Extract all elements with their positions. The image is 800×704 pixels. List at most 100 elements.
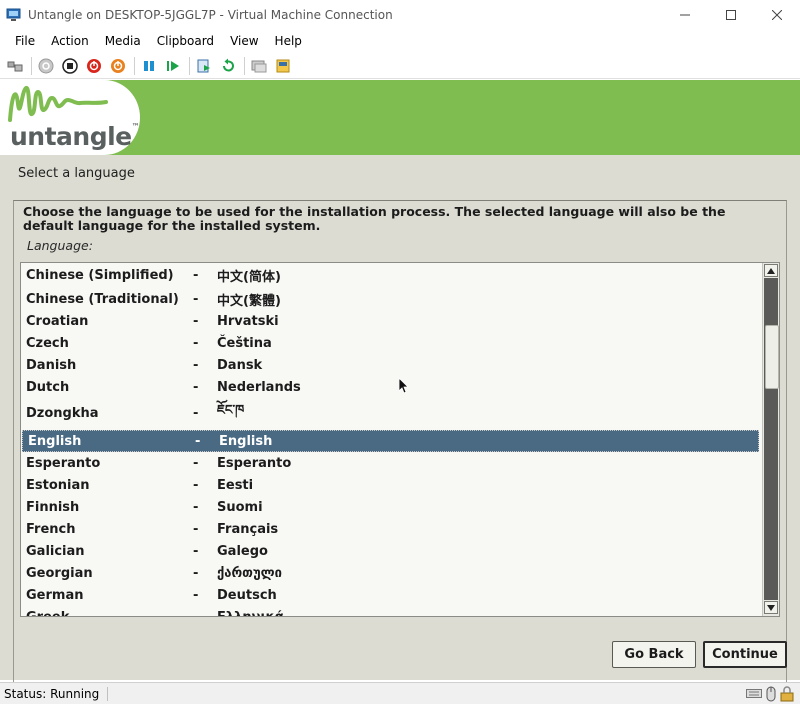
language-row[interactable]: Georgian - ქართული (21, 562, 761, 584)
start-icon (38, 58, 54, 73)
separator: - (193, 291, 199, 307)
vm-connection-icon (6, 8, 21, 21)
language-row[interactable]: Galician - Galego (21, 540, 761, 562)
turn-off-button[interactable] (59, 55, 81, 77)
continue-button[interactable]: Continue (703, 641, 787, 668)
language-row[interactable]: Dzongkha - ཇོང་ཁ (21, 402, 761, 424)
toolbar (0, 53, 800, 79)
separator: - (193, 609, 199, 617)
language-row[interactable]: Dutch - Nederlands (21, 376, 761, 398)
native-name: 中文(繁體) (217, 293, 281, 309)
pause-button[interactable] (138, 55, 160, 77)
menu-view[interactable]: View (222, 34, 266, 48)
brand-logo-text: untangle™ (10, 122, 140, 151)
start-button[interactable] (35, 55, 57, 77)
turn-off-icon (62, 57, 78, 74)
title-bar: Untangle on DESKTOP-5JGGL7P - Virtual Ma… (0, 0, 800, 30)
logo-panel: untangle™ (0, 80, 140, 155)
native-name: Français (217, 521, 279, 537)
language-row[interactable]: Czech - Čeština (21, 332, 761, 354)
prompt-text: Choose the language to be used for the i… (23, 204, 726, 233)
close-icon (772, 10, 782, 20)
pause-icon (144, 60, 154, 71)
language-row[interactable]: Croatian - Hrvatski (21, 310, 761, 332)
language-row[interactable]: Danish - Dansk (21, 354, 761, 376)
menu-help[interactable]: Help (267, 34, 310, 48)
language-row[interactable]: Esperanto - Esperanto (21, 452, 761, 474)
language-row[interactable]: German - Deutsch (21, 584, 761, 606)
menu-action[interactable]: Action (43, 34, 97, 48)
revert-button[interactable] (217, 55, 239, 77)
share-button[interactable] (272, 55, 294, 77)
native-name: Ελληνικά (217, 609, 284, 617)
native-name: Suomi (217, 499, 263, 515)
separator: - (195, 433, 201, 449)
separator: - (193, 477, 199, 493)
mouse-cursor-icon (399, 378, 409, 394)
menu-clipboard[interactable]: Clipboard (149, 34, 222, 48)
separator: - (193, 565, 199, 581)
separator: - (193, 521, 199, 537)
scroll-down-button[interactable] (764, 601, 778, 614)
resume-button[interactable] (162, 55, 184, 77)
separator: - (193, 455, 199, 471)
status-bar: Status: Running (0, 682, 800, 704)
language-row[interactable]: Greek - Ελληνικά (21, 606, 761, 617)
checkpoint-button[interactable] (193, 55, 215, 77)
native-name: 中文(简体) (217, 269, 281, 285)
separator: - (193, 405, 199, 421)
language-name: German (26, 587, 84, 603)
shutdown-icon (87, 58, 101, 73)
window-title: Untangle on DESKTOP-5JGGL7P - Virtual Ma… (28, 8, 393, 22)
power-icon (111, 58, 125, 73)
minimize-icon (680, 14, 690, 16)
enhanced-session-button[interactable] (248, 55, 270, 77)
status-text: Status: Running (4, 686, 109, 701)
language-name: Croatian (26, 313, 89, 329)
maximize-button[interactable] (708, 0, 754, 30)
scroll-up-button[interactable] (764, 264, 778, 277)
language-row[interactable]: Finnish - Suomi (21, 496, 761, 518)
native-name: English (219, 433, 273, 449)
lock-icon (780, 686, 794, 702)
separator: - (193, 587, 199, 603)
native-name: Čeština (217, 335, 272, 351)
language-name: Greek (26, 609, 70, 617)
shutdown-button[interactable] (83, 55, 105, 77)
vm-screen[interactable]: untangle™ Select a language Choose the l… (0, 80, 800, 700)
arrow-up-icon (767, 267, 775, 274)
minimize-button[interactable] (662, 0, 708, 30)
separator: - (193, 267, 199, 283)
list-scrollbar[interactable] (762, 263, 779, 616)
language-label: Language: (27, 238, 93, 253)
menu-bar: File Action Media Clipboard View Help (0, 30, 800, 52)
native-name: Esperanto (217, 455, 292, 471)
separator: - (193, 379, 199, 395)
menu-file[interactable]: File (7, 34, 43, 48)
save-button[interactable] (107, 55, 129, 77)
language-row[interactable]: Chinese (Simplified) - 中文(简体) (21, 264, 761, 286)
go-back-button[interactable]: Go Back (612, 641, 696, 668)
language-row[interactable]: Estonian - Eesti (21, 474, 761, 496)
separator: - (193, 335, 199, 351)
language-name: Finnish (26, 499, 80, 515)
scroll-thumb[interactable] (765, 325, 779, 389)
menu-media[interactable]: Media (97, 34, 149, 48)
native-name: Nederlands (217, 379, 301, 395)
revert-icon (223, 58, 234, 71)
separator: - (193, 313, 199, 329)
ctrl-alt-del-icon (7, 61, 23, 71)
close-button[interactable] (754, 0, 800, 30)
language-row[interactable]: English - English (22, 430, 759, 452)
resume-icon (167, 60, 179, 71)
language-row[interactable]: Chinese (Traditional) - 中文(繁體) (21, 288, 761, 310)
ctrl-alt-del-button[interactable] (4, 55, 26, 77)
maximize-icon (726, 10, 736, 20)
keyboard-icon (746, 689, 762, 698)
language-name: Chinese (Simplified) (26, 267, 174, 283)
arrow-down-icon (767, 604, 775, 611)
language-list[interactable]: Chinese (Simplified) - 中文(简体) Chinese (Trad… (20, 262, 780, 617)
language-row[interactable]: French - Français (21, 518, 761, 540)
separator: - (193, 543, 199, 559)
checkpoint-icon (197, 59, 210, 72)
